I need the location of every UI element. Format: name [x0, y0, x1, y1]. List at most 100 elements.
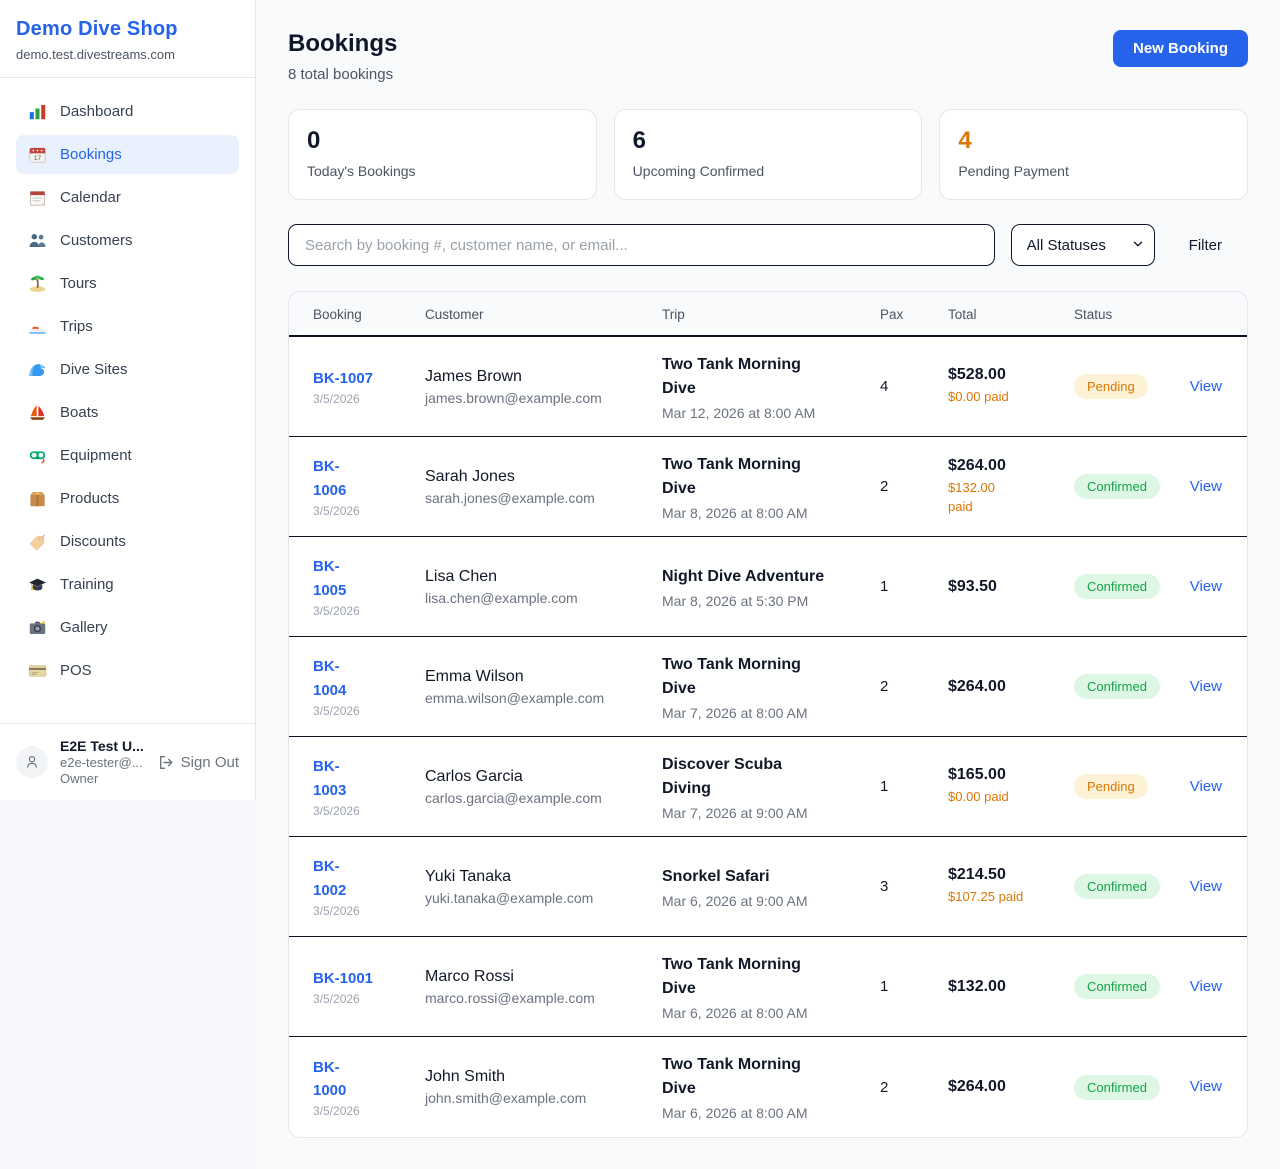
credit-card-icon	[28, 661, 47, 680]
trip-name: Two Tank Morning Dive	[662, 653, 870, 701]
user-email: e2e-tester@...	[60, 755, 145, 770]
customer-email: carlos.garcia@example.com	[425, 790, 652, 806]
trip-name: Two Tank Morning Dive	[662, 353, 870, 401]
total-amount: $528.00	[948, 366, 1064, 384]
avatar	[16, 746, 48, 778]
view-link[interactable]: View	[1190, 978, 1222, 995]
sidebar-item-training[interactable]: Training	[16, 565, 239, 604]
stat-label: Pending Payment	[958, 163, 1229, 179]
customer-email: marco.rossi@example.com	[425, 990, 652, 1006]
pax-count: 1	[880, 578, 948, 595]
total-amount: $264.00	[948, 1078, 1064, 1096]
customer-name: Carlos Garcia	[425, 768, 652, 786]
booking-id-link[interactable]: BK-1007	[313, 370, 373, 387]
booking-id-link[interactable]: BK-1001	[313, 970, 373, 987]
booking-id-link[interactable]: BK- 1000	[313, 1059, 346, 1099]
col-header-trip: Trip	[662, 292, 880, 335]
view-link[interactable]: View	[1190, 378, 1222, 395]
sailboat-icon	[28, 403, 47, 422]
stat-value: 0	[307, 127, 578, 155]
search-input[interactable]	[288, 224, 995, 266]
booking-date: 3/5/2026	[313, 804, 415, 818]
camera-icon	[28, 618, 47, 637]
sidebar-item-tours[interactable]: Tours	[16, 264, 239, 303]
filter-button[interactable]: Filter	[1171, 229, 1248, 262]
table-row: BK- 10023/5/2026 Yuki Tanakayuki.tanaka@…	[289, 837, 1247, 937]
customer-email: yuki.tanaka@example.com	[425, 890, 652, 906]
people-icon	[28, 231, 47, 250]
sidebar-item-customers[interactable]: Customers	[16, 221, 239, 260]
view-link[interactable]: View	[1190, 878, 1222, 895]
table-row: BK-10013/5/2026 Marco Rossimarco.rossi@e…	[289, 937, 1247, 1037]
sidebar-item-equipment[interactable]: Equipment	[16, 436, 239, 475]
total-amount: $264.00	[948, 457, 1064, 475]
booking-date: 3/5/2026	[313, 504, 415, 518]
customer-name: Emma Wilson	[425, 668, 652, 686]
col-header-pax: Pax	[880, 292, 948, 335]
trip-datetime: Mar 6, 2026 at 9:00 AM	[662, 893, 870, 909]
status-badge: Pending	[1074, 374, 1148, 399]
stat-label: Upcoming Confirmed	[633, 163, 904, 179]
pax-count: 3	[880, 878, 948, 895]
sidebar-item-pos[interactable]: POS	[16, 651, 239, 690]
booking-date: 3/5/2026	[313, 604, 415, 618]
booking-date: 3/5/2026	[313, 1104, 415, 1118]
customer-email: emma.wilson@example.com	[425, 690, 652, 706]
col-header-total: Total	[948, 292, 1074, 335]
sidebar-header: Demo Dive Shop demo.test.divestreams.com	[0, 0, 255, 78]
trip-datetime: Mar 8, 2026 at 8:00 AM	[662, 505, 870, 521]
view-link[interactable]: View	[1190, 1078, 1222, 1095]
booking-id-link[interactable]: BK- 1006	[313, 458, 346, 498]
col-header-status: Status	[1074, 292, 1186, 335]
sidebar-item-trips[interactable]: Trips	[16, 307, 239, 346]
sidebar-item-products[interactable]: Products	[16, 479, 239, 518]
sidebar-item-label: Tours	[60, 275, 97, 292]
sidebar-item-calendar[interactable]: Calendar	[16, 178, 239, 217]
trip-name: Discover Scuba Diving	[662, 753, 870, 801]
sidebar-item-gallery[interactable]: Gallery	[16, 608, 239, 647]
calendar-pad-icon	[28, 188, 47, 207]
customer-name: Yuki Tanaka	[425, 868, 652, 886]
sidebar-item-label: Dive Sites	[60, 361, 128, 378]
sidebar-item-boats[interactable]: Boats	[16, 393, 239, 432]
sidebar-user-footer: E2E Test U... e2e-tester@... Owner Sign …	[0, 723, 255, 800]
view-link[interactable]: View	[1190, 578, 1222, 595]
status-badge: Confirmed	[1074, 474, 1160, 499]
booking-id-link[interactable]: BK- 1003	[313, 758, 346, 798]
stats-row: 0 Today's Bookings 6 Upcoming Confirmed …	[288, 109, 1248, 200]
col-header-booking: Booking	[313, 292, 425, 335]
trip-datetime: Mar 6, 2026 at 8:00 AM	[662, 1105, 870, 1121]
booking-id-link[interactable]: BK- 1002	[313, 858, 346, 898]
table-row: BK- 1004 3/5/2026 Emma Wilson emma.wilson@…	[289, 637, 1247, 737]
status-select-wrap: All Statuses	[1011, 224, 1155, 266]
view-link[interactable]: View	[1190, 778, 1222, 795]
pax-count: 1	[880, 978, 948, 995]
booking-id-link[interactable]: BK- 1004	[313, 658, 346, 698]
sidebar-item-discounts[interactable]: Discounts	[16, 522, 239, 561]
sidebar-item-label: Boats	[60, 404, 98, 421]
customer-name: Sarah Jones	[425, 468, 652, 486]
bar-chart-icon	[28, 102, 47, 121]
status-select[interactable]: All Statuses	[1011, 224, 1155, 266]
sidebar-item-label: POS	[60, 662, 92, 679]
sidebar-item-bookings[interactable]: 17 Bookings	[16, 135, 239, 174]
sidebar: Demo Dive Shop demo.test.divestreams.com…	[0, 0, 256, 800]
view-link[interactable]: View	[1190, 478, 1222, 495]
trip-datetime: Mar 7, 2026 at 8:00 AM	[662, 705, 870, 721]
pax-count: 1	[880, 778, 948, 795]
sign-out-button[interactable]: Sign Out	[157, 754, 239, 771]
page-subtitle: 8 total bookings	[288, 66, 397, 83]
booking-date: 3/5/2026	[313, 704, 415, 718]
new-booking-button[interactable]: New Booking	[1113, 30, 1248, 67]
paid-amount: $132.00 paid	[948, 479, 1064, 517]
sidebar-item-dashboard[interactable]: Dashboard	[16, 92, 239, 131]
sidebar-item-dive-sites[interactable]: Dive Sites	[16, 350, 239, 389]
main-content: Bookings 8 total bookings New Booking 0 …	[256, 0, 1280, 1169]
customer-email: john.smith@example.com	[425, 1090, 652, 1106]
booking-id-link[interactable]: BK- 1005	[313, 558, 346, 598]
speedboat-icon	[28, 317, 47, 336]
customer-name: James Brown	[425, 368, 652, 386]
calendar-date-icon: 17	[28, 145, 47, 164]
total-amount: $264.00	[948, 678, 1064, 696]
view-link[interactable]: View	[1190, 678, 1222, 695]
